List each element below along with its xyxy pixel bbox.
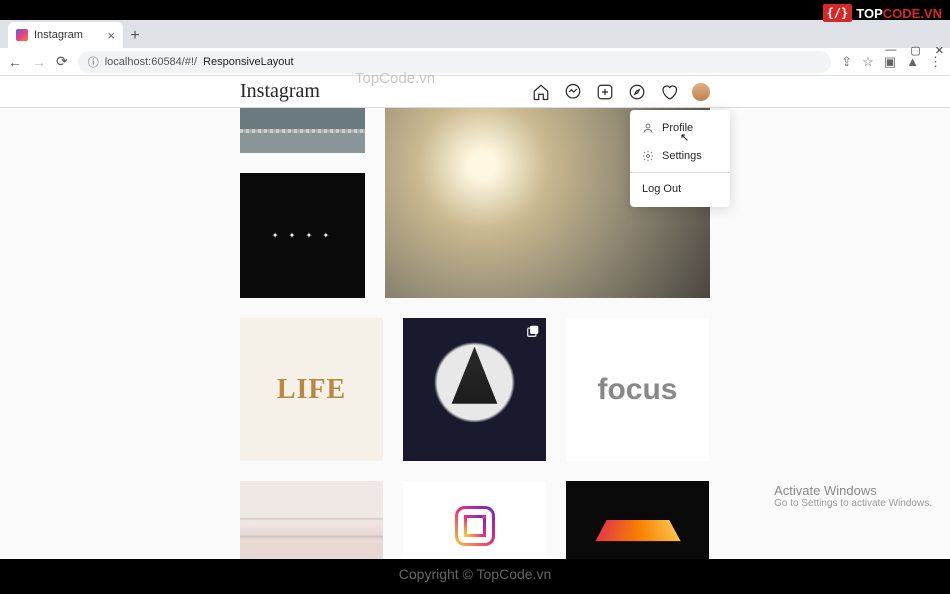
share-icon[interactable]: ⇪ [841,54,852,70]
dropdown-profile[interactable]: Profile ↖ [630,114,730,142]
post-tile-water[interactable] [240,108,365,153]
topcode-watermark-top: {/} TOPCODE.VN [823,4,942,22]
post-tile-laptop[interactable] [566,481,709,559]
grid-row-3 [240,481,710,559]
focus-text: focus [597,373,677,407]
messenger-icon[interactable] [564,83,582,101]
carousel-icon [526,324,540,338]
window-close-button[interactable]: ✕ [935,44,944,57]
tab-close-button[interactable]: × [107,28,115,43]
profile-avatar[interactable] [692,83,710,101]
window-maximize-button[interactable]: ▢ [910,44,920,57]
window-minimize-button[interactable]: — [885,44,896,57]
post-tile-instagram-logo[interactable] [403,481,546,559]
url-path: ResponsiveLayout [203,56,294,68]
window-controls: — ▢ ✕ [885,44,944,57]
site-info-icon[interactable]: ⓘ [88,54,99,70]
activate-windows-watermark: Activate Windows Go to Settings to activ… [774,483,932,509]
nav-reload-button[interactable]: ⟳ [56,53,68,70]
instagram-icon [455,506,495,546]
post-tile-focus[interactable]: focus [566,318,709,461]
profile-dropdown: Profile ↖ Settings Log Out [630,110,730,207]
explore-icon[interactable] [628,83,646,101]
post-tile-ship-moon[interactable] [403,318,546,461]
browser-address-bar: ← → ⟳ ⓘ localhost:60584/#!/ ResponsiveLay… [0,48,950,76]
nav-forward-button[interactable]: → [32,54,46,70]
instagram-logo[interactable]: Instagram [240,80,320,103]
activate-title: Activate Windows [774,483,932,498]
dropdown-logout-label: Log Out [642,183,681,195]
new-post-icon[interactable] [596,83,614,101]
activate-subtitle: Go to Settings to activate Windows. [774,498,932,509]
grid-row-2: LIFE focus [240,318,710,461]
user-icon [642,122,654,134]
nav-back-button[interactable]: ← [8,54,22,70]
post-tile-life[interactable]: LIFE [240,318,383,461]
topcode-badge: {/} [823,4,853,22]
instagram-favicon-icon [16,29,28,41]
life-text: LIFE [277,374,346,406]
gear-icon [642,150,654,162]
url-input[interactable]: ⓘ localhost:60584/#!/ ResponsiveLayout [78,51,832,73]
post-tile-dark-birds[interactable] [240,173,365,298]
cursor-icon: ↖ [680,131,689,144]
post-tile-waves[interactable] [240,481,383,559]
bookmark-icon[interactable]: ☆ [862,54,874,70]
dropdown-logout[interactable]: Log Out [630,175,730,203]
activity-heart-icon[interactable] [660,83,678,101]
topcode-watermark-center: TopCode.vn [355,70,435,87]
copyright-watermark: Copyright © TopCode.vn [399,566,551,582]
instagram-header: Instagram [0,76,950,108]
instagram-nav [532,83,710,101]
page-content: Instagram Profile ↖ Settings [0,76,950,559]
dropdown-settings-label: Settings [662,150,702,162]
url-host: localhost:60584/#!/ [105,56,197,68]
new-tab-button[interactable]: + [123,24,147,48]
dropdown-settings[interactable]: Settings [630,142,730,170]
browser-tab-active[interactable]: Instagram × [8,22,123,48]
topcode-text: TOPCODE.VN [856,6,942,21]
tab-title: Instagram [34,29,83,41]
browser-window: — ▢ ✕ Instagram × + ← → ⟳ ⓘ localhost:60… [0,20,950,559]
dropdown-divider [630,172,730,173]
home-icon[interactable] [532,83,550,101]
browser-tabs-bar: Instagram × + [0,20,950,48]
